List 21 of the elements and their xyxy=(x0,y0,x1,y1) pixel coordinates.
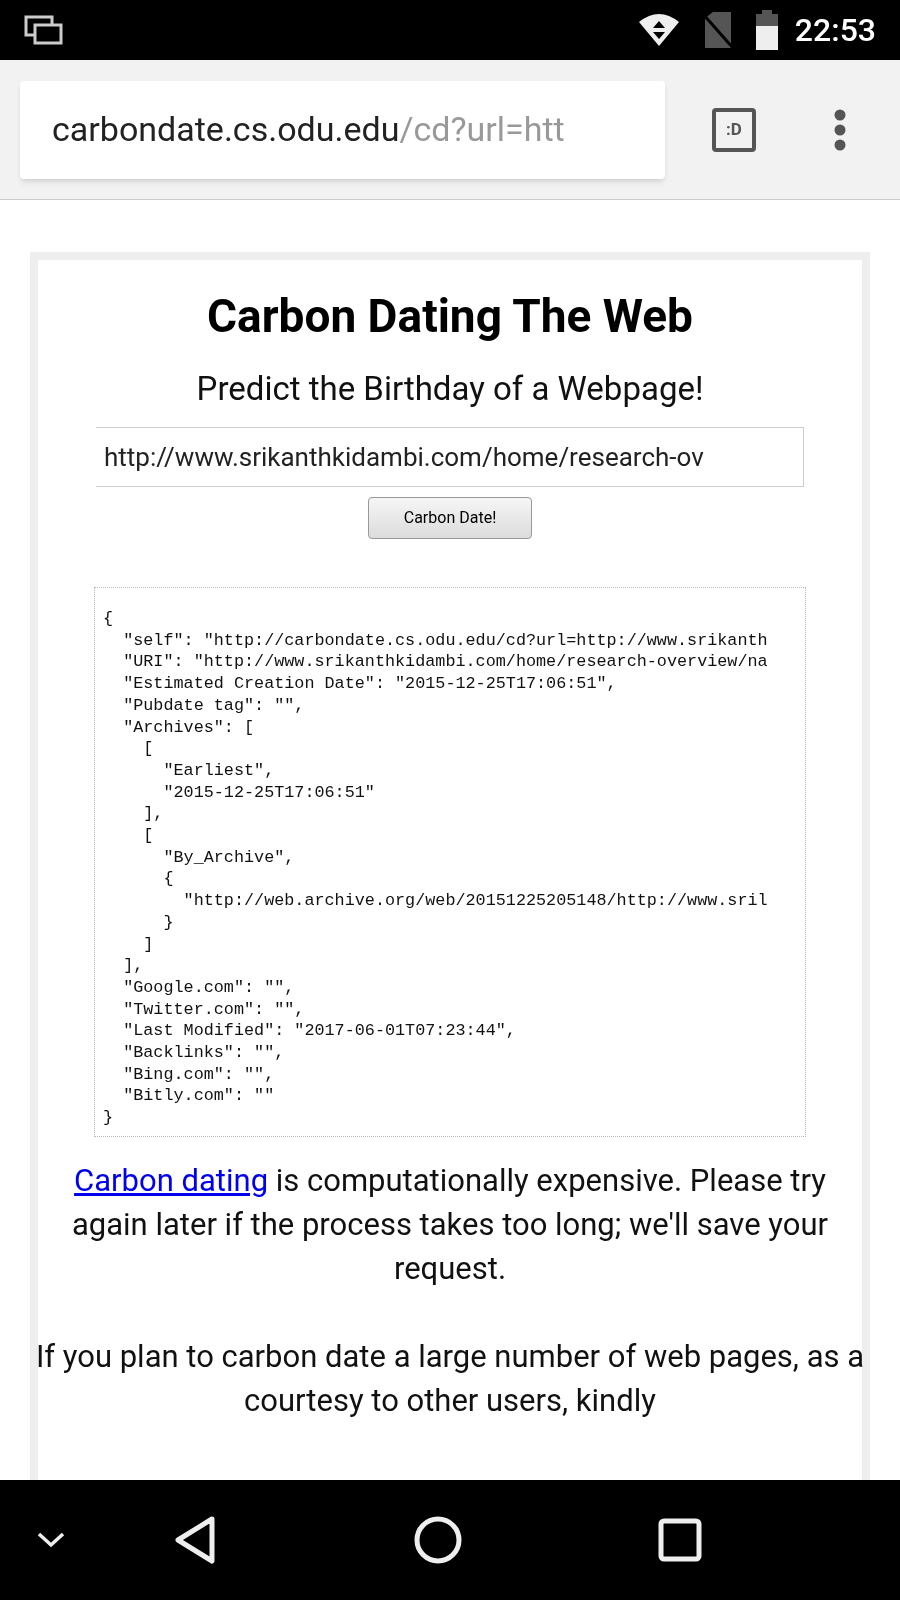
home-icon[interactable] xyxy=(414,1516,462,1564)
carbon-dating-link[interactable]: Carbon dating xyxy=(74,1162,269,1199)
page-subtitle: Predict the Birthday of a Webpage! xyxy=(196,367,704,410)
clock: 22:53 xyxy=(794,10,876,51)
courtesy-text: If you plan to carbon date a large number of web pages, as a courtesy to other users, kindly xyxy=(35,1337,865,1421)
more-menu-icon[interactable] xyxy=(833,108,847,151)
carbon-date-button[interactable]: Carbon Date! xyxy=(368,497,532,539)
notice-text: Carbon dating is computationally expensive. Please try again later if the process takes too long; we'll save your request. xyxy=(70,1161,830,1289)
recents-icon[interactable] xyxy=(658,1518,702,1562)
url-host: carbondate.cs.odu.edu xyxy=(52,108,400,151)
wifi-icon xyxy=(636,12,681,48)
url-input[interactable]: http://www.srikanthkidambi.com/home/research-ov xyxy=(96,427,804,487)
back-icon[interactable] xyxy=(174,1516,216,1564)
tab-switcher-button[interactable]: :D xyxy=(712,107,756,152)
result-json: { "self": "http://carbondate.cs.odu.edu/cd?url=http://www.srikanth "URI": "http://www.srikanthkidambi.com/home/research-overview/na "Estimated Creation Date": "2015-12-25T17:06:51", "Pubdate tag": "", "Archives": [ [ "Earliest", "2015-12-25T17:06:51" ], [ "By_Archive", { "http://web.archive.org/web/20151225205148/http://www.sril } ] ], "Google.com": "", "Twitter.com": "", "Last Modified": "2017-06-01T07:23:44", "Backlinks": "", "Bing.com": "", "Bitly.com": "" } xyxy=(103,608,769,1129)
url-path: /cd?url=htt xyxy=(399,108,565,151)
chevron-down-icon[interactable] xyxy=(36,1531,66,1549)
battery-icon xyxy=(754,10,779,50)
address-bar[interactable]: carbondate.cs.odu.edu/cd?url=htt xyxy=(20,80,665,179)
screens-icon xyxy=(24,15,64,45)
page-title: Carbon Dating The Web xyxy=(207,288,693,345)
